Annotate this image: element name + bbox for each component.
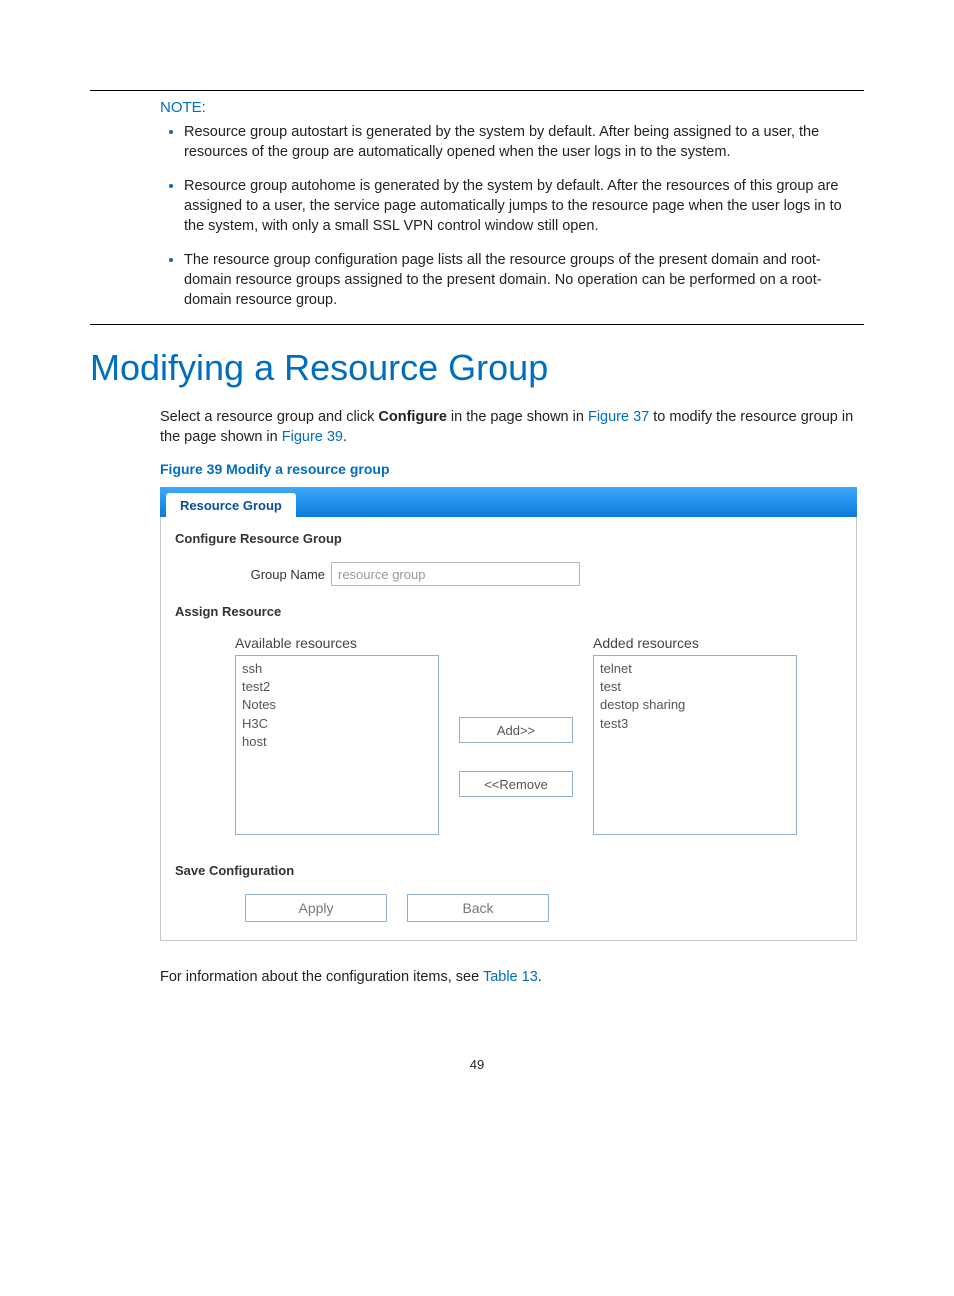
added-resources-list[interactable]: telnet test destop sharing test3: [593, 655, 797, 835]
section-assign: Assign Resource: [175, 604, 842, 619]
text: in the page shown in: [447, 409, 588, 425]
group-name-label: Group Name: [215, 567, 331, 582]
note-item: Resource group autostart is generated by…: [184, 122, 864, 162]
note-block: NOTE: Resource group autostart is genera…: [90, 99, 864, 310]
section-configure: Configure Resource Group: [175, 531, 842, 546]
figure-caption: Figure 39 Modify a resource group: [160, 461, 864, 477]
text: For information about the configuration …: [160, 969, 483, 985]
outro-paragraph: For information about the configuration …: [160, 967, 864, 987]
available-resources-list[interactable]: ssh test2 Notes H3C host: [235, 655, 439, 835]
group-name-input[interactable]: resource group: [331, 562, 580, 586]
list-item[interactable]: host: [242, 733, 432, 751]
added-resources-title: Added resources: [593, 635, 797, 651]
section-save: Save Configuration: [175, 863, 842, 878]
list-item[interactable]: telnet: [600, 660, 790, 678]
tab-resource-group[interactable]: Resource Group: [166, 493, 296, 517]
list-item[interactable]: test3: [600, 715, 790, 733]
tab-bar: Resource Group: [160, 487, 857, 517]
text: Select a resource group and click: [160, 409, 378, 425]
text: .: [343, 429, 347, 445]
intro-paragraph: Select a resource group and click Config…: [160, 407, 864, 447]
figure-39-link[interactable]: Figure 39: [282, 429, 343, 445]
note-item: The resource group configuration page li…: [184, 250, 864, 310]
figure-37-link[interactable]: Figure 37: [588, 409, 649, 425]
list-item[interactable]: H3C: [242, 715, 432, 733]
list-item[interactable]: test: [600, 678, 790, 696]
note-item: Resource group autohome is generated by …: [184, 176, 864, 236]
note-list: Resource group autostart is generated by…: [160, 122, 864, 310]
table-13-link[interactable]: Table 13: [483, 969, 538, 985]
list-item[interactable]: test2: [242, 678, 432, 696]
page-heading: Modifying a Resource Group: [90, 347, 864, 389]
figure-screenshot: Resource Group Configure Resource Group …: [160, 487, 857, 941]
back-button[interactable]: Back: [407, 894, 549, 922]
apply-button[interactable]: Apply: [245, 894, 387, 922]
list-item[interactable]: Notes: [242, 696, 432, 714]
text: .: [538, 969, 542, 985]
add-button[interactable]: Add>>: [459, 717, 573, 743]
remove-button[interactable]: <<Remove: [459, 771, 573, 797]
configure-bold: Configure: [378, 409, 446, 425]
list-item[interactable]: destop sharing: [600, 696, 790, 714]
page-number: 49: [90, 1057, 864, 1072]
available-resources-title: Available resources: [235, 635, 439, 651]
note-label: NOTE:: [160, 99, 864, 116]
list-item[interactable]: ssh: [242, 660, 432, 678]
